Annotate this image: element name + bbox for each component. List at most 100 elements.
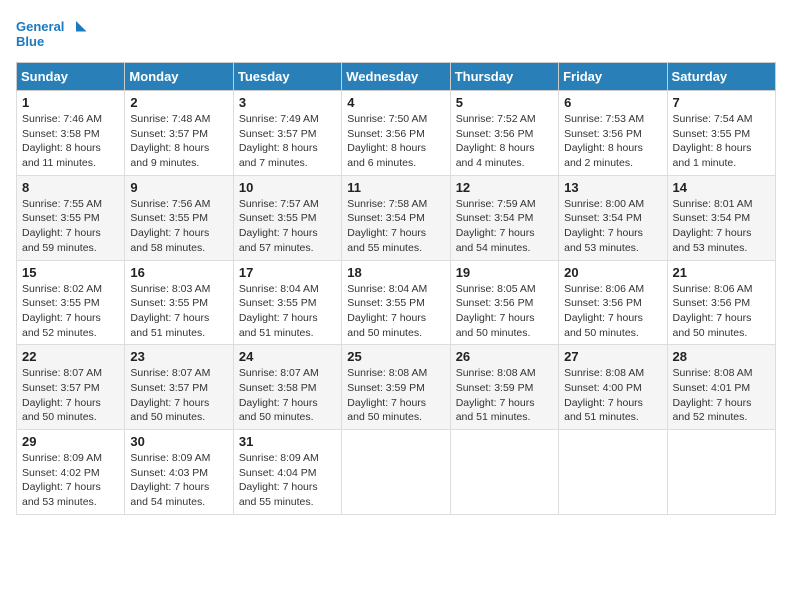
- sunset-label: Sunset: 4:02 PM: [22, 467, 100, 479]
- day-cell: 18 Sunrise: 8:04 AM Sunset: 3:55 PM Dayl…: [342, 260, 450, 345]
- day-number: 30: [130, 434, 227, 449]
- day-number: 22: [22, 349, 119, 364]
- day-cell: 8 Sunrise: 7:55 AM Sunset: 3:55 PM Dayli…: [17, 175, 125, 260]
- sunset-label: Sunset: 4:03 PM: [130, 467, 208, 479]
- week-row-5: 29 Sunrise: 8:09 AM Sunset: 4:02 PM Dayl…: [17, 430, 776, 515]
- sunset-label: Sunset: 3:54 PM: [673, 212, 751, 224]
- day-number: 27: [564, 349, 661, 364]
- day-info: Sunrise: 8:09 AM Sunset: 4:03 PM Dayligh…: [130, 451, 227, 510]
- day-info: Sunrise: 8:07 AM Sunset: 3:58 PM Dayligh…: [239, 366, 336, 425]
- sunrise-label: Sunrise: 8:07 AM: [239, 367, 319, 379]
- week-row-2: 8 Sunrise: 7:55 AM Sunset: 3:55 PM Dayli…: [17, 175, 776, 260]
- sunrise-label: Sunrise: 7:57 AM: [239, 198, 319, 210]
- sunrise-label: Sunrise: 7:48 AM: [130, 113, 210, 125]
- daylight-label: Daylight: 7 hours and 54 minutes.: [130, 481, 209, 508]
- day-number: 2: [130, 95, 227, 110]
- sunrise-label: Sunrise: 8:06 AM: [673, 283, 753, 295]
- day-number: 8: [22, 180, 119, 195]
- header-monday: Monday: [125, 63, 233, 91]
- day-info: Sunrise: 8:00 AM Sunset: 3:54 PM Dayligh…: [564, 197, 661, 256]
- daylight-label: Daylight: 7 hours and 53 minutes.: [673, 227, 752, 254]
- day-info: Sunrise: 7:54 AM Sunset: 3:55 PM Dayligh…: [673, 112, 770, 171]
- day-number: 12: [456, 180, 553, 195]
- sunrise-label: Sunrise: 7:50 AM: [347, 113, 427, 125]
- day-cell: 19 Sunrise: 8:05 AM Sunset: 3:56 PM Dayl…: [450, 260, 558, 345]
- sunset-label: Sunset: 3:59 PM: [456, 382, 534, 394]
- day-cell: 14 Sunrise: 8:01 AM Sunset: 3:54 PM Dayl…: [667, 175, 775, 260]
- sunrise-label: Sunrise: 7:46 AM: [22, 113, 102, 125]
- sunset-label: Sunset: 3:55 PM: [347, 297, 425, 309]
- daylight-label: Daylight: 8 hours and 7 minutes.: [239, 142, 318, 169]
- day-cell: [450, 430, 558, 515]
- day-number: 3: [239, 95, 336, 110]
- day-info: Sunrise: 8:08 AM Sunset: 3:59 PM Dayligh…: [347, 366, 444, 425]
- day-number: 16: [130, 265, 227, 280]
- day-cell: 16 Sunrise: 8:03 AM Sunset: 3:55 PM Dayl…: [125, 260, 233, 345]
- day-cell: 11 Sunrise: 7:58 AM Sunset: 3:54 PM Dayl…: [342, 175, 450, 260]
- day-number: 28: [673, 349, 770, 364]
- sunrise-label: Sunrise: 8:09 AM: [130, 452, 210, 464]
- day-number: 23: [130, 349, 227, 364]
- sunrise-label: Sunrise: 8:04 AM: [347, 283, 427, 295]
- sunset-label: Sunset: 3:54 PM: [564, 212, 642, 224]
- day-info: Sunrise: 8:08 AM Sunset: 4:01 PM Dayligh…: [673, 366, 770, 425]
- sunset-label: Sunset: 3:57 PM: [130, 128, 208, 140]
- day-cell: 20 Sunrise: 8:06 AM Sunset: 3:56 PM Dayl…: [559, 260, 667, 345]
- header-tuesday: Tuesday: [233, 63, 341, 91]
- day-info: Sunrise: 8:02 AM Sunset: 3:55 PM Dayligh…: [22, 282, 119, 341]
- day-cell: 1 Sunrise: 7:46 AM Sunset: 3:58 PM Dayli…: [17, 91, 125, 176]
- sunset-label: Sunset: 3:54 PM: [456, 212, 534, 224]
- day-cell: 22 Sunrise: 8:07 AM Sunset: 3:57 PM Dayl…: [17, 345, 125, 430]
- day-cell: 25 Sunrise: 8:08 AM Sunset: 3:59 PM Dayl…: [342, 345, 450, 430]
- sunrise-label: Sunrise: 8:03 AM: [130, 283, 210, 295]
- daylight-label: Daylight: 7 hours and 52 minutes.: [673, 397, 752, 424]
- day-cell: [667, 430, 775, 515]
- sunset-label: Sunset: 4:04 PM: [239, 467, 317, 479]
- day-info: Sunrise: 7:48 AM Sunset: 3:57 PM Dayligh…: [130, 112, 227, 171]
- header-thursday: Thursday: [450, 63, 558, 91]
- day-cell: 2 Sunrise: 7:48 AM Sunset: 3:57 PM Dayli…: [125, 91, 233, 176]
- day-info: Sunrise: 7:59 AM Sunset: 3:54 PM Dayligh…: [456, 197, 553, 256]
- day-number: 18: [347, 265, 444, 280]
- day-info: Sunrise: 8:04 AM Sunset: 3:55 PM Dayligh…: [347, 282, 444, 341]
- day-number: 13: [564, 180, 661, 195]
- sunset-label: Sunset: 3:59 PM: [347, 382, 425, 394]
- day-cell: 31 Sunrise: 8:09 AM Sunset: 4:04 PM Dayl…: [233, 430, 341, 515]
- sunrise-label: Sunrise: 8:08 AM: [673, 367, 753, 379]
- day-number: 29: [22, 434, 119, 449]
- day-cell: 3 Sunrise: 7:49 AM Sunset: 3:57 PM Dayli…: [233, 91, 341, 176]
- day-info: Sunrise: 8:05 AM Sunset: 3:56 PM Dayligh…: [456, 282, 553, 341]
- sunset-label: Sunset: 3:54 PM: [347, 212, 425, 224]
- day-cell: 10 Sunrise: 7:57 AM Sunset: 3:55 PM Dayl…: [233, 175, 341, 260]
- day-cell: 27 Sunrise: 8:08 AM Sunset: 4:00 PM Dayl…: [559, 345, 667, 430]
- sunrise-label: Sunrise: 8:08 AM: [564, 367, 644, 379]
- sunrise-label: Sunrise: 8:02 AM: [22, 283, 102, 295]
- day-number: 1: [22, 95, 119, 110]
- week-row-1: 1 Sunrise: 7:46 AM Sunset: 3:58 PM Dayli…: [17, 91, 776, 176]
- day-cell: 17 Sunrise: 8:04 AM Sunset: 3:55 PM Dayl…: [233, 260, 341, 345]
- logo: General Blue: [16, 16, 86, 52]
- day-number: 17: [239, 265, 336, 280]
- sunrise-label: Sunrise: 8:04 AM: [239, 283, 319, 295]
- day-info: Sunrise: 7:49 AM Sunset: 3:57 PM Dayligh…: [239, 112, 336, 171]
- day-cell: 5 Sunrise: 7:52 AM Sunset: 3:56 PM Dayli…: [450, 91, 558, 176]
- day-info: Sunrise: 7:53 AM Sunset: 3:56 PM Dayligh…: [564, 112, 661, 171]
- sunset-label: Sunset: 3:55 PM: [22, 297, 100, 309]
- daylight-label: Daylight: 7 hours and 50 minutes.: [22, 397, 101, 424]
- page-header: General Blue: [16, 16, 776, 52]
- logo-svg: General Blue: [16, 16, 86, 52]
- sunset-label: Sunset: 3:55 PM: [22, 212, 100, 224]
- day-cell: 21 Sunrise: 8:06 AM Sunset: 3:56 PM Dayl…: [667, 260, 775, 345]
- day-cell: 4 Sunrise: 7:50 AM Sunset: 3:56 PM Dayli…: [342, 91, 450, 176]
- svg-text:Blue: Blue: [16, 34, 44, 49]
- sunrise-label: Sunrise: 8:07 AM: [130, 367, 210, 379]
- day-info: Sunrise: 7:58 AM Sunset: 3:54 PM Dayligh…: [347, 197, 444, 256]
- daylight-label: Daylight: 7 hours and 52 minutes.: [22, 312, 101, 339]
- sunset-label: Sunset: 4:01 PM: [673, 382, 751, 394]
- sunrise-label: Sunrise: 8:00 AM: [564, 198, 644, 210]
- sunset-label: Sunset: 3:56 PM: [347, 128, 425, 140]
- daylight-label: Daylight: 7 hours and 51 minutes.: [564, 397, 643, 424]
- daylight-label: Daylight: 7 hours and 50 minutes.: [130, 397, 209, 424]
- day-number: 26: [456, 349, 553, 364]
- day-cell: [342, 430, 450, 515]
